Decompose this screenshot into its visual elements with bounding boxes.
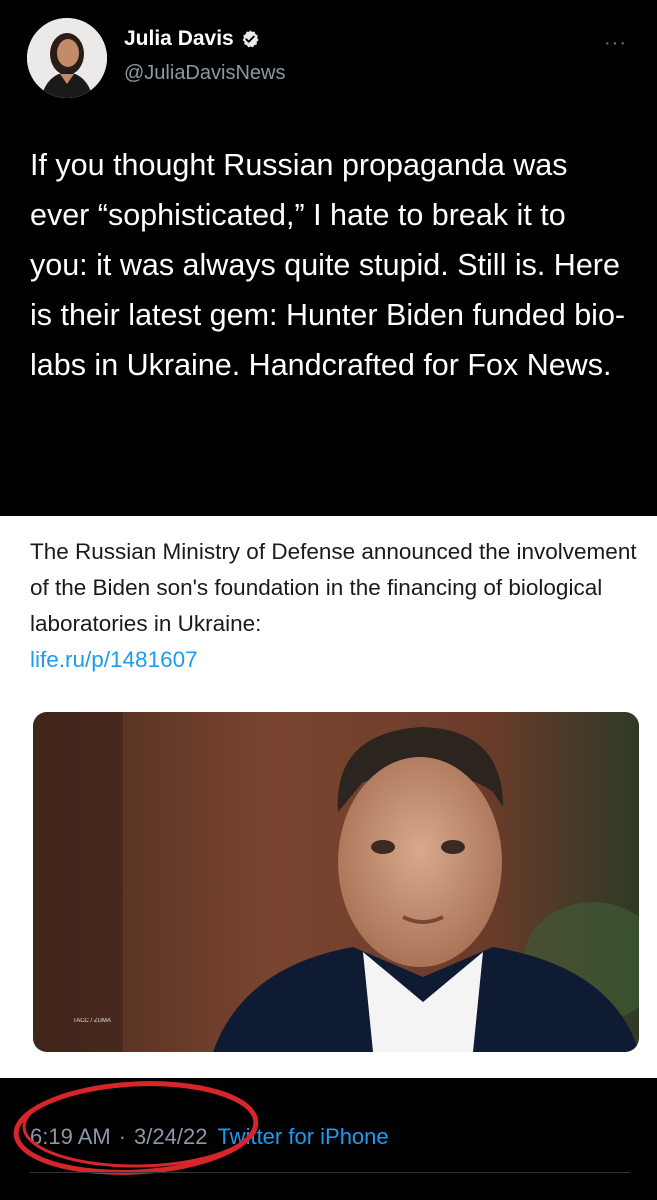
portrait-photo-icon	[33, 712, 639, 1052]
divider	[30, 1172, 630, 1173]
name-row: Julia Davis	[124, 26, 260, 52]
tweet-header: Julia Davis @JuliaDavisNews ···	[0, 0, 657, 110]
tweet-date[interactable]: 3/24/22	[134, 1124, 207, 1150]
photo-credit: TACC / ZUMA	[73, 1018, 111, 1024]
tweet-text: If you thought Russian propaganda was ev…	[30, 148, 626, 382]
tweet-time[interactable]: 6:19 AM	[30, 1124, 111, 1150]
author-handle[interactable]: @JuliaDavisNews	[124, 62, 285, 85]
meta-separator: ·	[118, 1124, 127, 1149]
embedded-photo[interactable]: TACC / ZUMA	[33, 712, 639, 1052]
more-options-icon[interactable]: ···	[604, 32, 627, 55]
display-name[interactable]: Julia Davis	[124, 27, 234, 51]
author-avatar[interactable]	[27, 18, 107, 98]
embedded-post-link[interactable]: life.ru/p/1481607	[30, 642, 640, 678]
tweet-meta: 6:19 AM · 3/24/22 Twitter for iPhone	[30, 1122, 389, 1152]
tweet-source-link[interactable]: Twitter for iPhone	[217, 1124, 388, 1150]
embedded-post[interactable]: The Russian Ministry of Defense announce…	[0, 516, 657, 1078]
verified-badge-icon	[242, 30, 259, 48]
profile-photo-icon	[27, 18, 107, 98]
embedded-post-text: The Russian Ministry of Defense announce…	[30, 534, 640, 678]
embedded-post-body: The Russian Ministry of Defense announce…	[30, 539, 637, 636]
